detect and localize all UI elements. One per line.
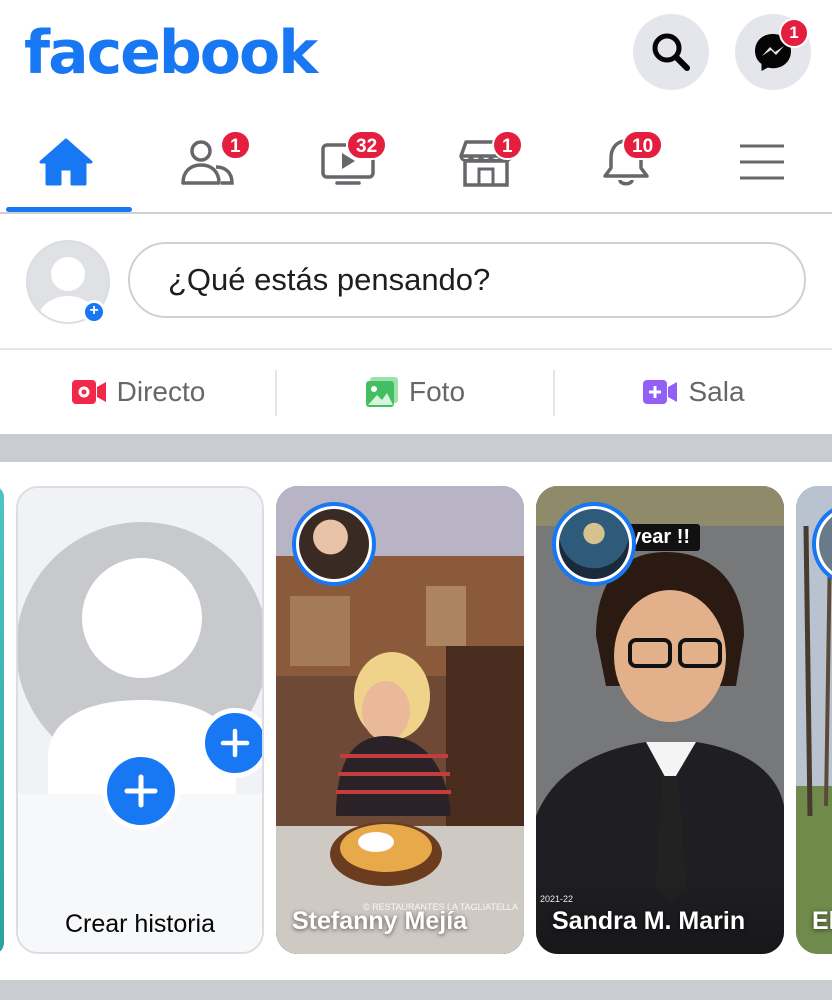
story-author-name: Stefanny Mejía bbox=[292, 907, 468, 935]
live-label: Directo bbox=[116, 376, 206, 407]
post-actions-row: Directo Foto Sala bbox=[0, 350, 832, 434]
messenger-badge: 1 bbox=[779, 18, 809, 48]
tab-marketplace[interactable]: 1 bbox=[420, 112, 552, 212]
story-author-name: Sandra M. Marin bbox=[552, 907, 746, 935]
story-avatar bbox=[552, 502, 636, 586]
avatar-add-icon: + bbox=[82, 300, 106, 324]
create-story-label: Crear historia bbox=[64, 910, 216, 938]
section-separator bbox=[0, 434, 832, 462]
story-author-name: El bbox=[812, 907, 832, 935]
search-button[interactable] bbox=[633, 14, 709, 90]
plus-icon bbox=[220, 728, 250, 758]
tab-home[interactable] bbox=[0, 112, 132, 212]
main-nav: 1 32 1 10 bbox=[0, 112, 832, 214]
hamburger-menu-icon bbox=[740, 144, 784, 180]
room-button[interactable]: Sala bbox=[555, 350, 832, 434]
tab-notifications[interactable]: 10 bbox=[560, 112, 692, 212]
top-header: facebook 1 bbox=[0, 0, 832, 110]
photo-button[interactable]: Foto bbox=[277, 350, 553, 434]
section-separator-bottom bbox=[0, 980, 832, 1000]
create-story-plus-button[interactable] bbox=[102, 752, 180, 830]
facebook-logo[interactable]: facebook bbox=[24, 18, 318, 88]
whats-on-your-mind-input[interactable]: ¿Qué estás pensando? bbox=[128, 242, 806, 318]
photo-label: Foto bbox=[408, 376, 466, 407]
post-composer: + ¿Qué estás pensando? bbox=[0, 216, 832, 350]
search-icon bbox=[652, 33, 690, 71]
home-icon bbox=[39, 138, 93, 186]
tab-menu[interactable] bbox=[696, 112, 828, 212]
watch-badge: 32 bbox=[346, 130, 388, 160]
tab-friends[interactable]: 1 bbox=[142, 112, 274, 212]
create-story-card[interactable]: Crear historia bbox=[16, 486, 264, 954]
friends-badge: 1 bbox=[220, 130, 251, 160]
plus-icon bbox=[124, 774, 158, 808]
live-video-icon bbox=[71, 380, 106, 404]
tab-watch[interactable]: 32 bbox=[282, 112, 414, 212]
room-label: Sala bbox=[688, 376, 745, 407]
messenger-button[interactable]: 1 bbox=[735, 14, 811, 90]
story-avatar bbox=[292, 502, 376, 586]
photo-icon bbox=[365, 377, 398, 407]
avatar-plus-badge bbox=[200, 708, 262, 778]
marketplace-badge: 1 bbox=[492, 130, 523, 160]
notifications-badge: 10 bbox=[622, 130, 664, 160]
story-card[interactable]: year !! 2021-22 Sandra M. Marin bbox=[536, 486, 784, 954]
story-card[interactable]: © RESTAURANTES LA TAGLIATELLA Stefanny M… bbox=[276, 486, 524, 954]
live-video-button[interactable]: Directo bbox=[0, 350, 276, 434]
story-card-partial-left[interactable] bbox=[0, 486, 4, 954]
stories-tray: Crear historia © RESTAURANTES LA TAGLIAT… bbox=[0, 462, 832, 980]
story-card[interactable]: El bbox=[796, 486, 832, 954]
room-icon bbox=[643, 380, 678, 404]
